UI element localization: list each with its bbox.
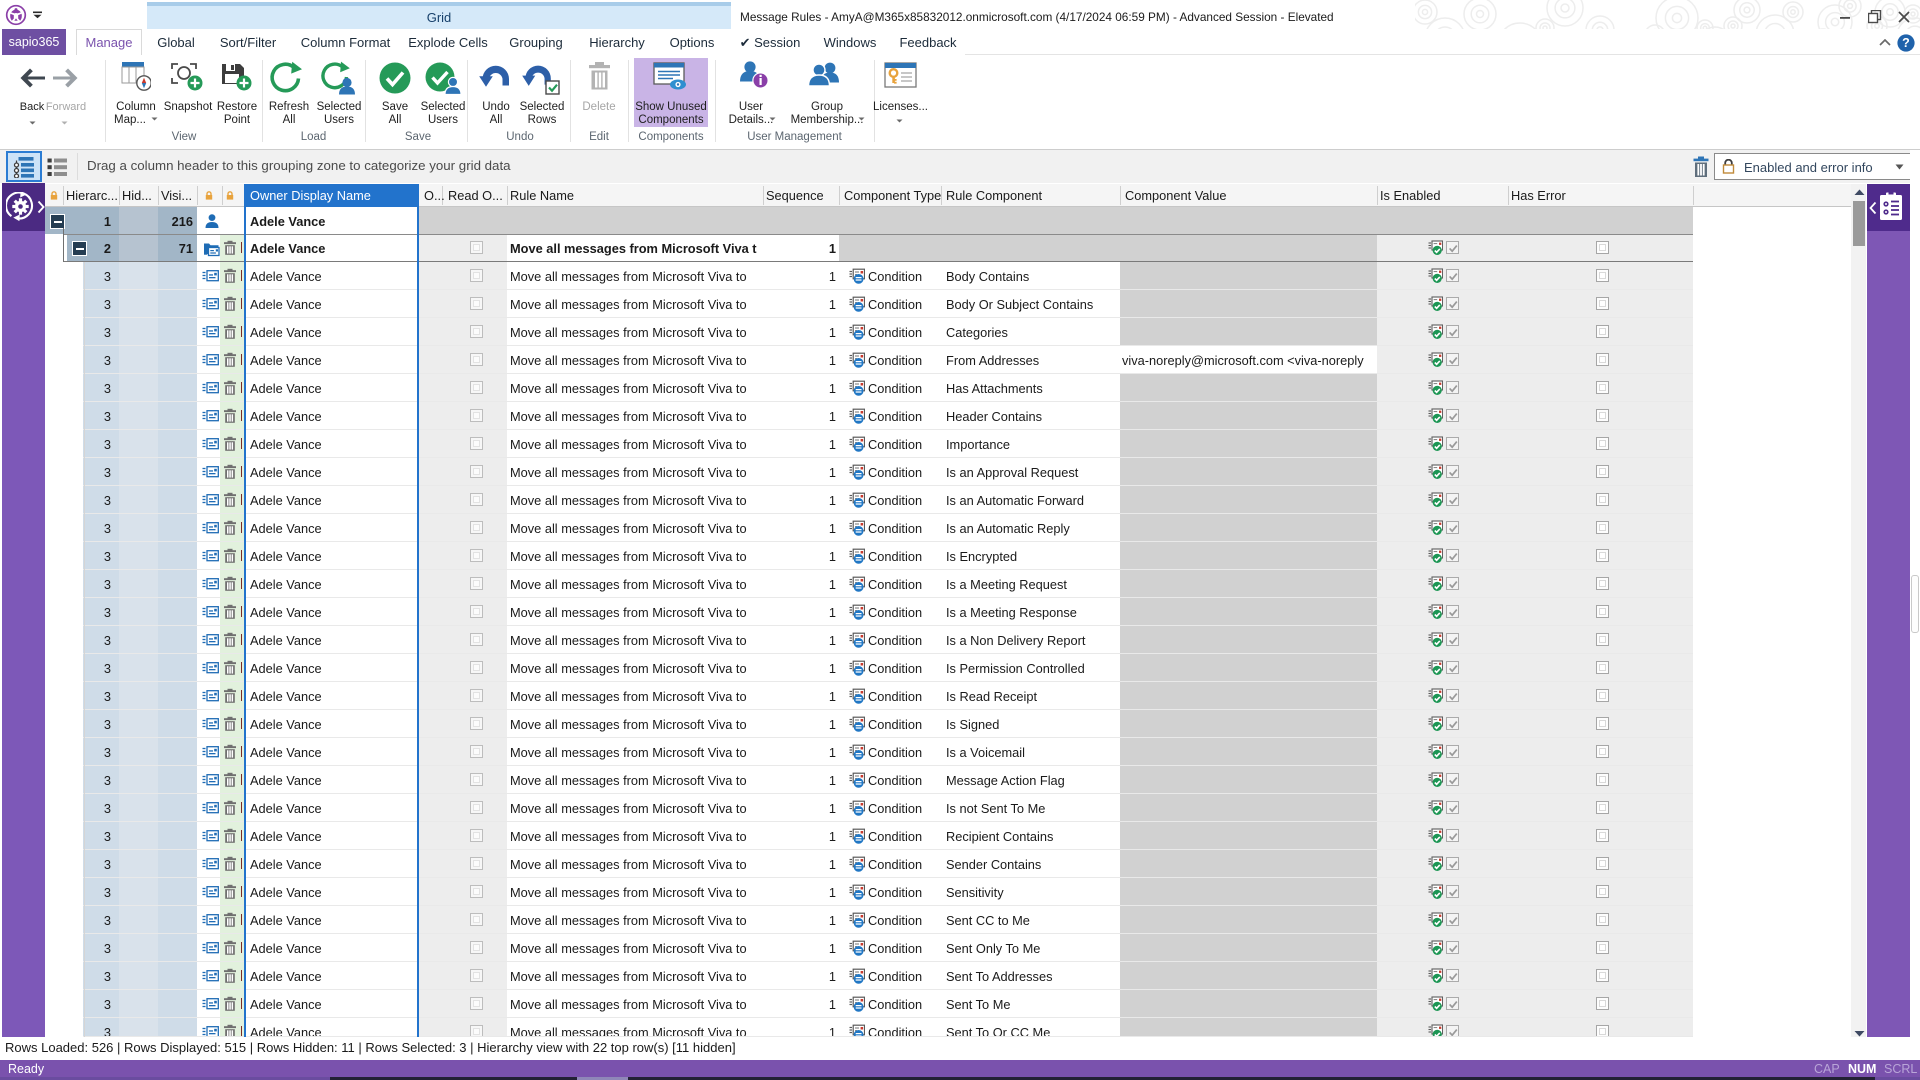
svg-text:?: ? bbox=[1902, 36, 1910, 50]
